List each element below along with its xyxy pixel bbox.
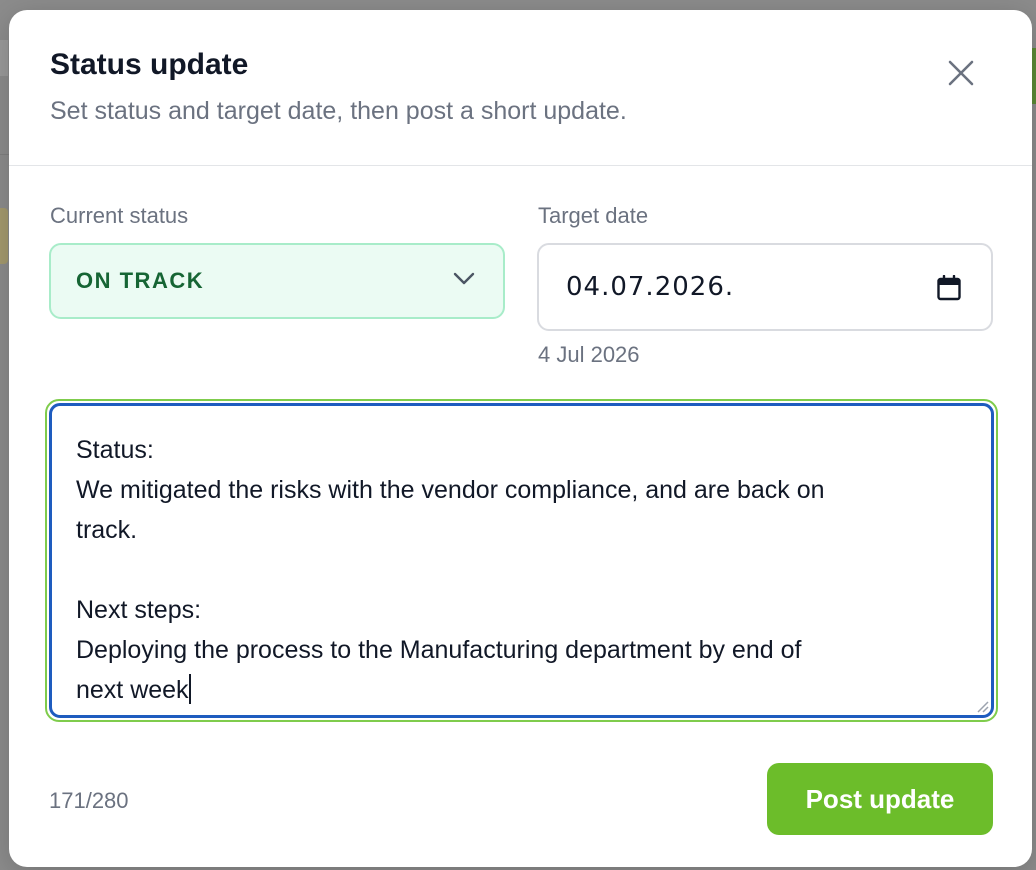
modal-header: Status update Set status and target date… — [9, 10, 1032, 166]
close-button[interactable] — [941, 53, 981, 93]
background-fragment — [0, 208, 8, 264]
chevron-down-icon — [453, 272, 475, 285]
target-date-hint: 4 Jul 2026 — [538, 342, 640, 367]
update-textarea-focus-ring: Status: We mitigated the risks with the … — [45, 399, 998, 722]
modal-subtitle: Set status and target date, then post a … — [50, 97, 627, 125]
status-select[interactable]: ON TRACK — [49, 243, 505, 319]
close-icon — [948, 60, 974, 86]
resize-handle-icon[interactable] — [975, 699, 989, 713]
char-counter: 171/280 — [49, 788, 129, 813]
update-textarea[interactable]: Status: We mitigated the risks with the … — [49, 403, 994, 718]
modal-title: Status update — [50, 48, 249, 81]
text-caret — [188, 674, 191, 704]
post-update-button[interactable]: Post update — [767, 763, 993, 835]
status-label: Current status — [50, 203, 189, 228]
target-date-label: Target date — [538, 203, 649, 228]
status-value: ON TRACK — [76, 268, 205, 293]
target-date-input[interactable]: 04.07.2026. — [537, 243, 993, 331]
status-update-modal: Status update Set status and target date… — [9, 10, 1032, 867]
update-text: Status: We mitigated the risks with the … — [76, 436, 825, 704]
target-date-value: 04.07.2026. — [566, 272, 735, 302]
calendar-icon[interactable] — [937, 275, 961, 301]
background-fragment — [0, 40, 8, 76]
